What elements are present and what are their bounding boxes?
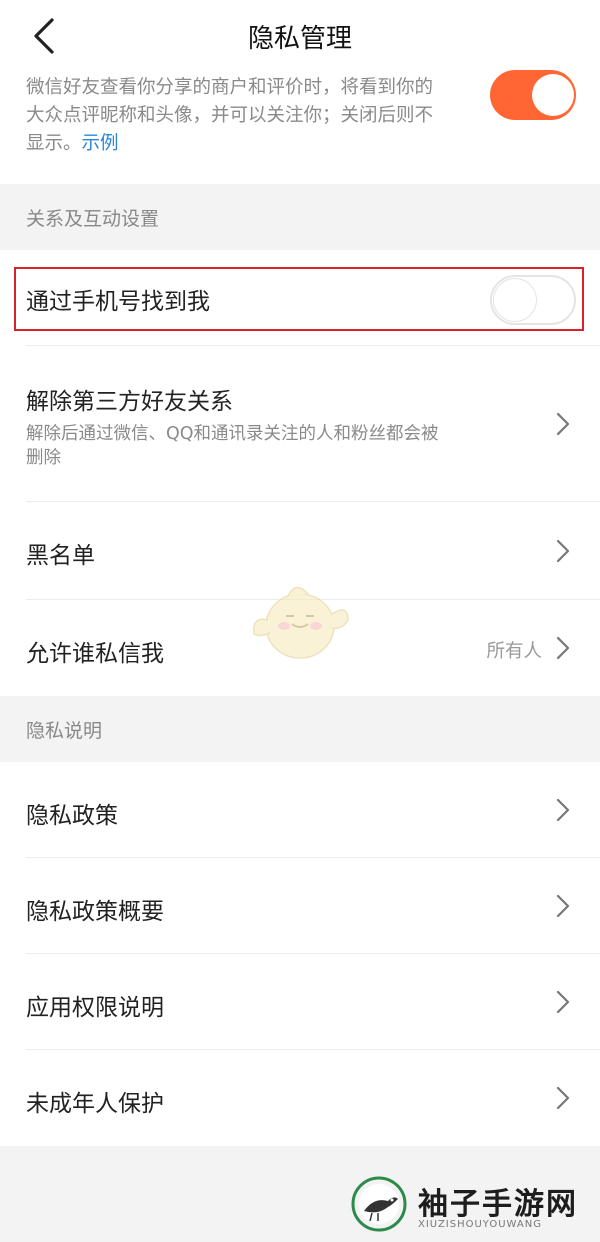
blacklist-label: 黑名单 [26, 543, 95, 569]
chevron-right-icon [556, 1086, 570, 1110]
unlink-third-party-label: 解除第三方好友关系 [26, 389, 233, 415]
chevron-right-icon [556, 798, 570, 822]
privacy-summary-label: 隐私政策概要 [26, 899, 164, 925]
mascot-watermark-icon [253, 586, 349, 659]
minor-protection-label: 未成年人保护 [26, 1091, 164, 1117]
find-me-by-phone-label: 通过手机号找到我 [26, 289, 210, 315]
section-title-privacy: 隐私说明 [26, 720, 103, 742]
watermark-text: 袖子手游网 [418, 1187, 578, 1222]
find-me-by-phone-row[interactable]: 通过手机号找到我 [0, 250, 600, 346]
chevron-right-icon [556, 539, 570, 563]
section-header-relations: 关系及互动设置 [0, 184, 600, 250]
site-watermark: 袖子手游网 XIUZISHOUYOUWANG [350, 1175, 600, 1235]
wechat-share-setting-row: 微信好友查看你分享的商户和评价时，将看到你的大众点评昵称和头像，并可以关注你；关… [0, 70, 600, 184]
bird-logo-icon [351, 1176, 407, 1232]
chevron-right-icon [556, 636, 570, 660]
privacy-summary-row[interactable]: 隐私政策概要 [0, 858, 600, 954]
chevron-right-icon [556, 990, 570, 1014]
section-title-relations: 关系及互动设置 [26, 208, 160, 230]
app-permissions-row[interactable]: 应用权限说明 [0, 954, 600, 1050]
privacy-policy-label: 隐私政策 [26, 803, 118, 829]
who-can-message-label: 允许谁私信我 [26, 641, 164, 667]
wechat-share-toggle[interactable] [490, 70, 576, 120]
nav-bar: 隐私管理 [0, 0, 600, 72]
app-permissions-label: 应用权限说明 [26, 995, 164, 1021]
wechat-share-description: 微信好友查看你分享的商户和评价时，将看到你的大众点评昵称和头像，并可以关注你；关… [26, 74, 436, 158]
privacy-policy-row[interactable]: 隐私政策 [0, 762, 600, 858]
who-can-message-value: 所有人 [486, 641, 542, 662]
find-me-by-phone-toggle[interactable] [490, 275, 576, 325]
chevron-right-icon [556, 894, 570, 918]
toggle-knob [493, 278, 537, 322]
chevron-right-icon [556, 412, 570, 436]
watermark-subtext: XIUZISHOUYOUWANG [418, 1219, 542, 1230]
unlink-third-party-row[interactable]: 解除第三方好友关系 解除后通过微信、QQ和通讯录关注的人和粉丝都会被删除 [0, 346, 600, 502]
page-title: 隐私管理 [247, 24, 352, 54]
toggle-knob [532, 74, 574, 116]
unlink-third-party-sub: 解除后通过微信、QQ和通讯录关注的人和粉丝都会被删除 [26, 424, 439, 468]
section-header-privacy: 隐私说明 [0, 696, 600, 762]
example-link[interactable]: 示例 [82, 133, 119, 154]
minor-protection-row[interactable]: 未成年人保护 [0, 1050, 600, 1146]
